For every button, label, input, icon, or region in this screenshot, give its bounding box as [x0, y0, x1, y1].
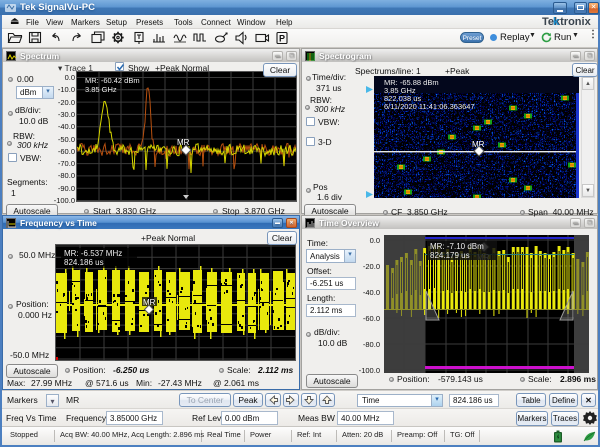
svg-text:MR: -7.10 dBm: MR: -7.10 dBm	[430, 242, 484, 251]
svg-text:824.179 us: 824.179 us	[430, 251, 470, 260]
svg-text:3.85 GHz: 3.85 GHz	[85, 85, 117, 94]
svg-text:6/11/2020 11:41:06.363647: 6/11/2020 11:41:06.363647	[384, 102, 475, 111]
svg-text:MR: -6.537 MHz: MR: -6.537 MHz	[64, 249, 122, 258]
svg-text:824.186 us: 824.186 us	[64, 258, 104, 267]
svg-text:MR: MR	[177, 138, 190, 147]
svg-text:P: P	[279, 34, 285, 44]
svg-text:MR: -60.42 dBm: MR: -60.42 dBm	[85, 76, 140, 85]
